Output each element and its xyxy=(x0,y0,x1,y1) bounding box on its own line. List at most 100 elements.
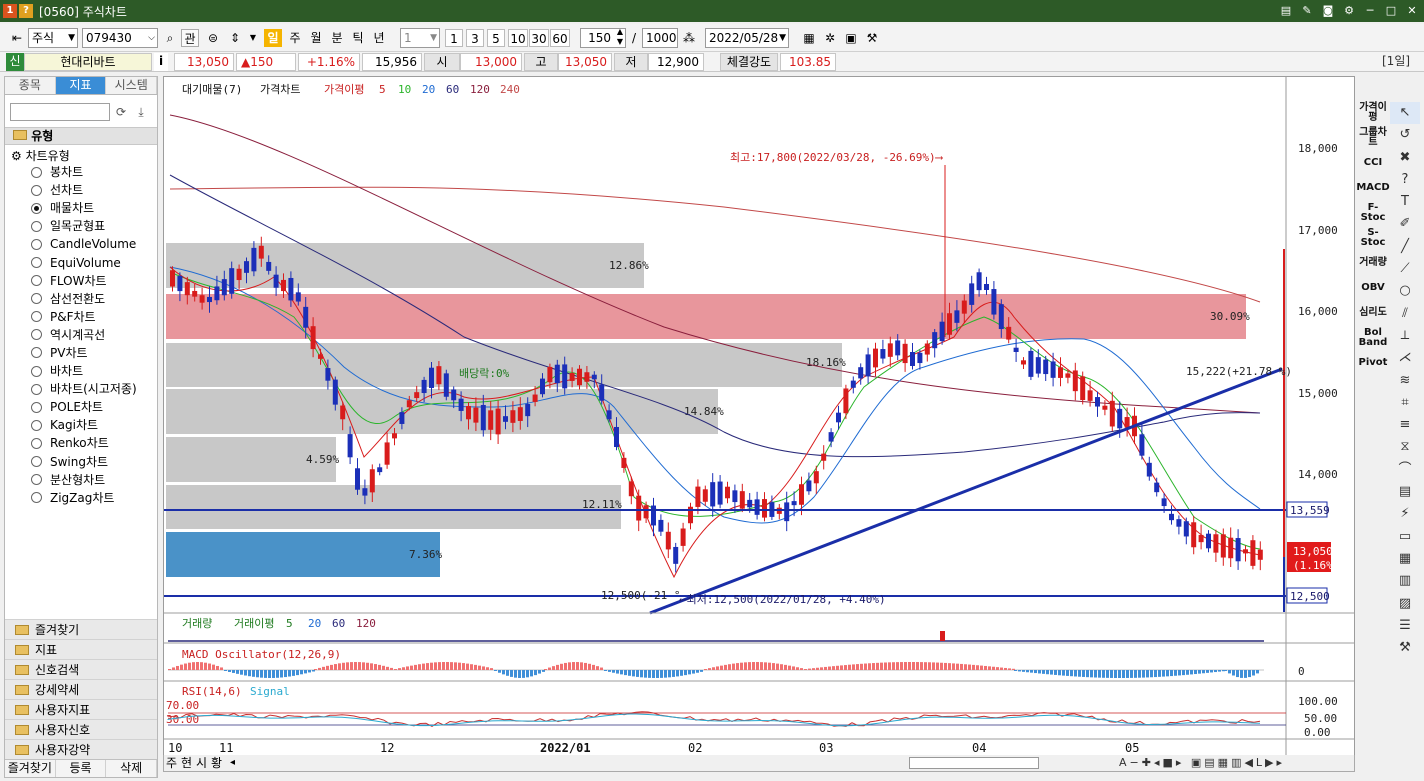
chart-type-item[interactable]: 일목균형표 xyxy=(31,217,137,235)
radio-button[interactable] xyxy=(31,202,42,214)
indicator-group[interactable]: 사용자신호 xyxy=(5,719,157,739)
arc-icon[interactable]: ⌒ xyxy=(1390,459,1420,481)
total-input[interactable]: 1000 xyxy=(642,28,678,48)
radio-button[interactable] xyxy=(31,474,42,486)
list-icon[interactable]: ☰ xyxy=(1390,615,1420,637)
radio-button[interactable] xyxy=(31,383,42,395)
chart-type-item[interactable]: Swing차트 xyxy=(31,453,137,471)
link-icon[interactable]: ⊜ xyxy=(204,29,222,47)
minimize-icon[interactable]: ─ xyxy=(1362,3,1378,19)
help-badge[interactable]: ? xyxy=(19,4,33,18)
nav-tab-market[interactable]: 시 xyxy=(196,755,207,771)
indicator-shortcut[interactable]: 그룹차트 xyxy=(1358,127,1388,149)
wrench-icon[interactable]: ⚒ xyxy=(1390,637,1420,659)
nav-tab-week[interactable]: 주 xyxy=(166,755,177,771)
period-week[interactable]: 주 xyxy=(286,29,304,47)
period-tick[interactable]: 틱 xyxy=(349,29,367,47)
tools-icon[interactable]: ⚒ xyxy=(863,29,881,47)
maximize-icon[interactable]: □ xyxy=(1383,3,1399,19)
table-icon[interactable]: ▦ xyxy=(1390,548,1420,570)
register-button[interactable]: 등록 xyxy=(56,760,107,777)
radio-button[interactable] xyxy=(31,257,42,269)
quick-60[interactable]: 60 xyxy=(550,29,570,47)
close-icon[interactable]: ✕ xyxy=(1404,3,1420,19)
chart-type-item[interactable]: CandleVolume xyxy=(31,235,137,253)
indicator-group[interactable]: 사용자지표 xyxy=(5,699,157,719)
dropdown-icon[interactable]: ▼ xyxy=(244,29,262,47)
radio-button[interactable] xyxy=(31,365,42,377)
chart-type-item[interactable]: 선차트 xyxy=(31,181,137,199)
tab-indicators[interactable]: 지표 xyxy=(55,77,107,94)
count-input[interactable]: 150 ▲ ▼ xyxy=(580,28,626,48)
pen-icon[interactable]: ✐ xyxy=(1390,213,1420,235)
indicator-group[interactable]: 지표 xyxy=(5,639,157,659)
quick-1[interactable]: 1 xyxy=(445,29,463,47)
fan-icon[interactable]: ⋌ xyxy=(1390,347,1420,369)
chart-type-item[interactable]: 삼선전환도 xyxy=(31,290,137,308)
indicator-group[interactable]: 사용자강약 xyxy=(5,739,157,759)
period-year[interactable]: 년 xyxy=(370,29,388,47)
cursor-icon[interactable]: ↖ xyxy=(1390,102,1420,125)
cycle-icon[interactable]: ⧖ xyxy=(1390,436,1420,458)
indicator-shortcut[interactable]: 심리도 xyxy=(1358,302,1388,324)
info-icon[interactable]: i xyxy=(154,53,168,71)
refresh-icon[interactable]: ⟳ xyxy=(113,104,129,120)
radio-button[interactable] xyxy=(31,492,42,504)
nav-controls[interactable]: A−✚◂■▸ ▣▤▦▥◀L▶▸ xyxy=(1119,755,1285,771)
window-icon[interactable]: ▭ xyxy=(1390,526,1420,548)
radio-button[interactable] xyxy=(31,401,42,413)
chart-type-item[interactable]: P&F차트 xyxy=(31,308,137,326)
period-minute[interactable]: 분 xyxy=(328,29,346,47)
updown-icon[interactable]: ⇕ xyxy=(226,29,244,47)
indicator-shortcut[interactable]: 거래량 xyxy=(1358,252,1388,274)
chart-icon[interactable]: ▦ xyxy=(800,29,818,47)
indicator-shortcut[interactable]: Bol Band xyxy=(1358,327,1388,349)
ruler-icon[interactable]: ⟋ xyxy=(1390,258,1420,280)
chart-type-item[interactable]: PV차트 xyxy=(31,344,137,362)
circle-icon[interactable]: ○ xyxy=(1390,280,1420,302)
text-tool-icon[interactable]: T xyxy=(1390,191,1420,213)
chart-type-item[interactable]: 봉차트 xyxy=(31,163,137,181)
indicator-shortcut[interactable]: 가격이평 xyxy=(1358,102,1388,124)
search-icon[interactable]: ⌕ xyxy=(161,29,179,47)
parallel-icon[interactable]: ≋ xyxy=(1390,370,1420,392)
scrollbar[interactable] xyxy=(909,757,1039,769)
auto-icon[interactable]: ⚡ xyxy=(1390,503,1420,525)
line-icon[interactable]: ╱ xyxy=(1390,236,1420,258)
code-input[interactable]: 079430 ⌵ xyxy=(82,28,158,48)
nav-tab-status[interactable]: 황 xyxy=(211,755,222,771)
edit-icon[interactable]: ✎ xyxy=(1299,3,1315,19)
settings-small-icon[interactable]: ⁂ xyxy=(680,29,698,47)
indicator-shortcut[interactable]: Pivot xyxy=(1358,352,1388,374)
chart-type-item[interactable]: Renko차트 xyxy=(31,434,137,452)
chart-type-item[interactable]: ZigZag차트 xyxy=(31,489,137,507)
radio-button[interactable] xyxy=(31,347,42,359)
market-select[interactable]: 주식 ▼ xyxy=(28,28,78,48)
delete-button[interactable]: 삭제 xyxy=(106,760,158,777)
ray-icon[interactable]: ⟂ xyxy=(1390,325,1420,347)
nav-tab-current[interactable]: 현 xyxy=(181,755,192,771)
indicator-shortcut[interactable]: F-Stoc xyxy=(1358,202,1388,224)
stats-icon[interactable]: ▨ xyxy=(1390,593,1420,615)
fib-icon[interactable]: ≡ xyxy=(1390,414,1420,436)
interval-select[interactable]: 1 ▼ xyxy=(400,28,440,48)
chart-type-item[interactable]: 분산형차트 xyxy=(31,471,137,489)
chart-type-item[interactable]: 바차트 xyxy=(31,362,137,380)
quick-5[interactable]: 5 xyxy=(487,29,505,47)
chart-type-item[interactable]: 역시계곡선 xyxy=(31,326,137,344)
period-month[interactable]: 월 xyxy=(307,29,325,47)
quick-3[interactable]: 3 xyxy=(466,29,484,47)
favorites-footer[interactable]: 즐겨찾기 xyxy=(5,760,56,777)
tab-system[interactable]: 시스템 xyxy=(106,77,158,94)
camera-icon[interactable]: ◙ xyxy=(1320,3,1336,19)
chart-svg[interactable]: 12.86% 30.09% 18.16% 14.84% 4.59% 12.11%… xyxy=(164,77,1355,770)
chart-type-item[interactable]: 바차트(시고저종) xyxy=(31,380,137,398)
radio-button[interactable] xyxy=(31,419,42,431)
radio-button[interactable] xyxy=(31,437,42,449)
chart-type-item[interactable]: FLOW차트 xyxy=(31,272,137,290)
quick-30[interactable]: 30 xyxy=(529,29,549,47)
delete-all-icon[interactable]: ✖ xyxy=(1390,147,1420,169)
indicator-group[interactable]: 강세약세 xyxy=(5,679,157,699)
help-icon[interactable]: ? xyxy=(1390,169,1420,191)
chart-type-item[interactable]: POLE차트 xyxy=(31,398,137,416)
